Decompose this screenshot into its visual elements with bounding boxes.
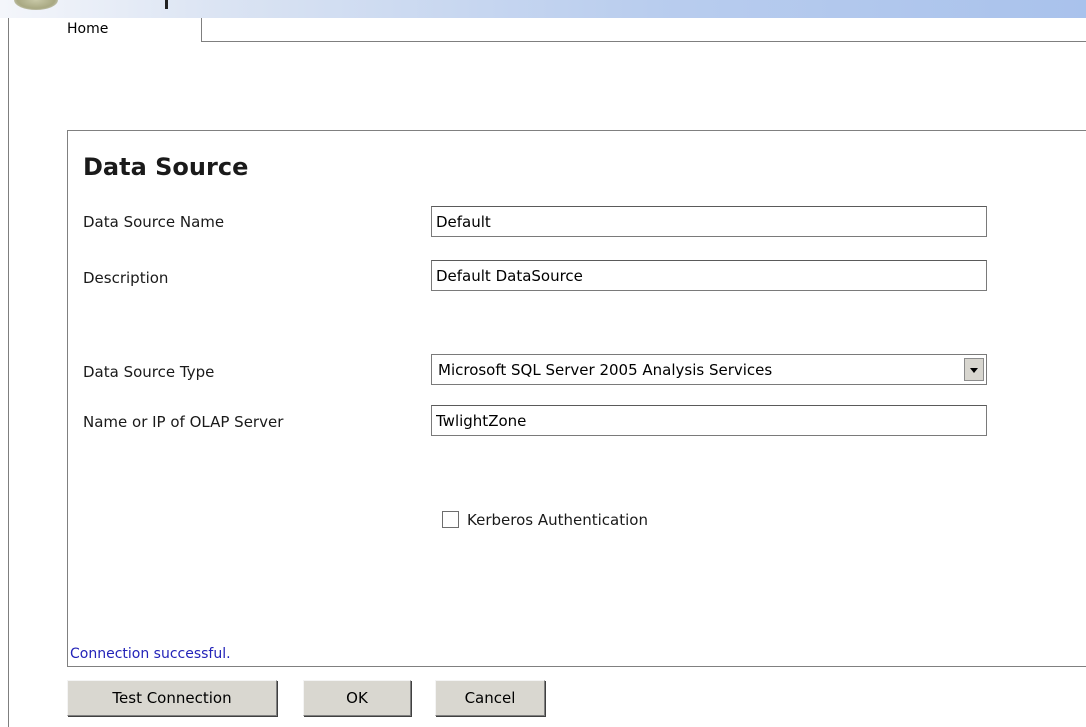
tab-home-label: Home — [67, 21, 109, 37]
page-title: Data Source — [83, 153, 249, 181]
cancel-button[interactable]: Cancel — [435, 680, 545, 716]
tab-panel-border — [8, 41, 9, 727]
chevron-down-icon — [970, 368, 978, 373]
ok-button[interactable]: OK — [303, 680, 411, 716]
test-connection-button[interactable]: Test Connection — [67, 680, 277, 716]
dropdown-button[interactable] — [964, 358, 984, 381]
description-input[interactable] — [431, 260, 987, 291]
olap-server-input[interactable] — [431, 405, 987, 436]
data-source-type-label: Data Source Type — [83, 363, 215, 381]
olap-server-label: Name or IP of OLAP Server — [83, 413, 284, 431]
title-bar — [0, 0, 1086, 18]
description-label: Description — [83, 269, 169, 287]
tab-home[interactable]: Home — [8, 18, 202, 42]
kerberos-checkbox[interactable] — [442, 511, 459, 528]
logo-mark — [165, 0, 168, 9]
status-message: Connection successful. — [70, 646, 231, 662]
data-source-name-input[interactable] — [431, 206, 987, 237]
data-source-name-label: Data Source Name — [83, 213, 225, 231]
data-source-type-value: Microsoft SQL Server 2005 Analysis Servi… — [438, 361, 773, 379]
kerberos-label: Kerberos Authentication — [467, 511, 648, 529]
data-source-type-select[interactable]: Microsoft SQL Server 2005 Analysis Servi… — [431, 354, 987, 385]
